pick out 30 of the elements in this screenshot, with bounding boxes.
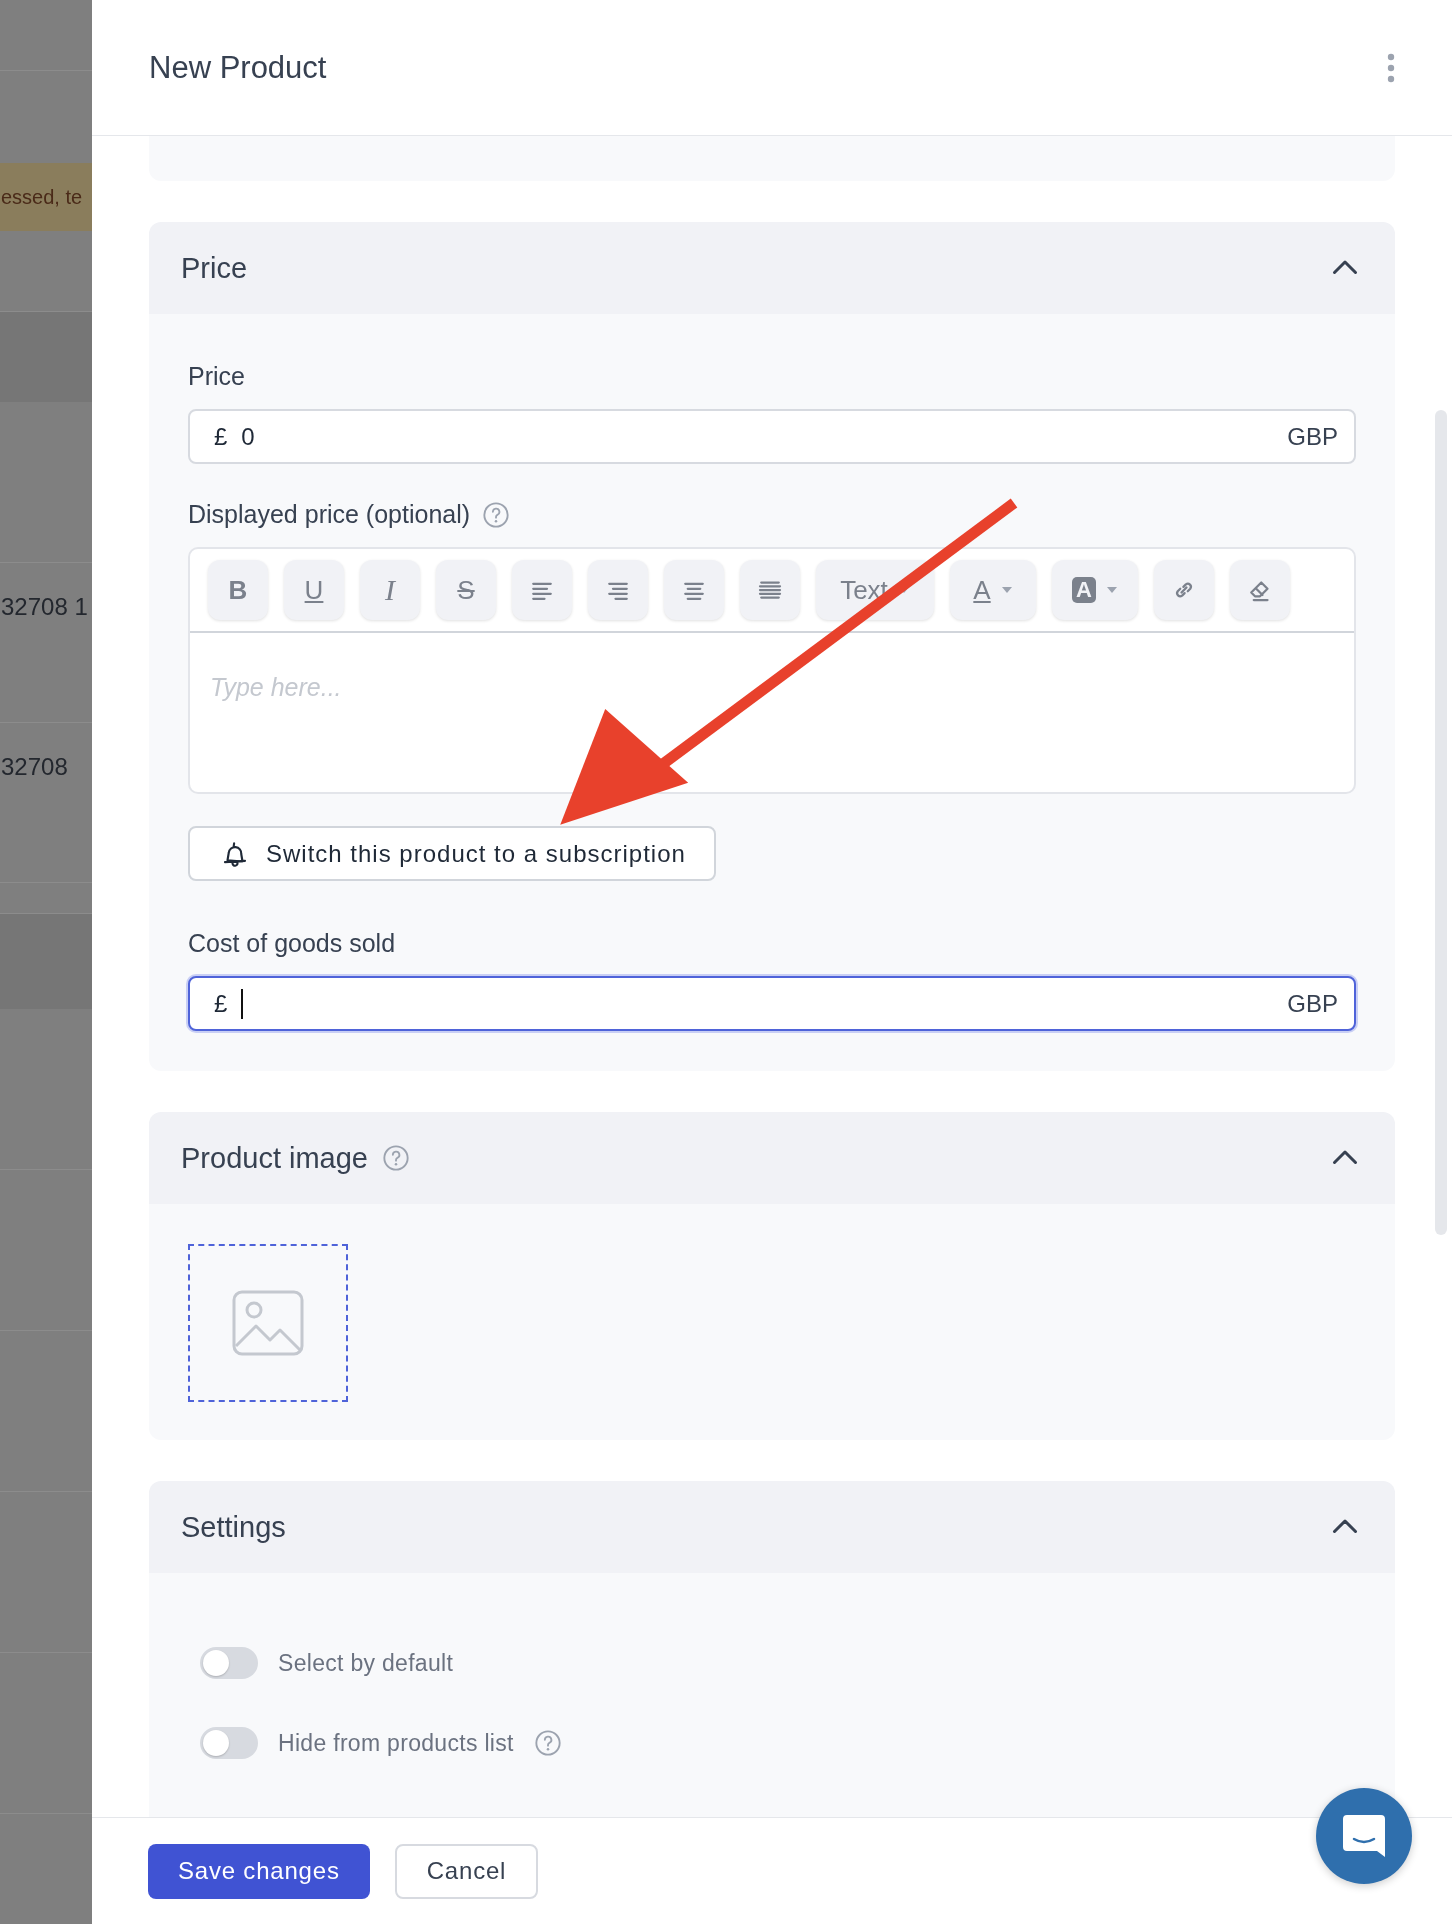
bold-button[interactable]: B [208, 560, 268, 620]
section-title: Settings [181, 1510, 286, 1544]
editor-placeholder: Type here... [209, 672, 343, 703]
highlight-color-dropdown[interactable]: A [1052, 560, 1138, 620]
field-label: Displayed price (optional) [188, 500, 471, 529]
section-header[interactable]: Product image [149, 1112, 1395, 1204]
section-header[interactable]: Price [149, 222, 1395, 314]
toggle-label: Hide from products list [278, 1729, 514, 1757]
notice-text: essed, te [0, 163, 92, 231]
underline-button[interactable]: U [284, 560, 344, 620]
currency-code: GBP [1287, 989, 1338, 1018]
currency-code: GBP [1287, 422, 1338, 451]
section-header[interactable]: Settings [149, 1481, 1395, 1573]
price-input[interactable]: £ 0 GBP [188, 409, 1356, 464]
currency-symbol: £ [214, 989, 228, 1018]
panel-title: New Product [149, 49, 327, 86]
field-label: Price [188, 362, 246, 391]
text-color-dropdown[interactable]: A [950, 560, 1036, 620]
save-button[interactable]: Save changes [148, 1843, 370, 1899]
currency-symbol: £ [214, 422, 228, 451]
field-label: Cost of goods sold [188, 929, 397, 958]
italic-button[interactable]: I [360, 560, 420, 620]
section-title: Product image [181, 1141, 368, 1175]
field-value: 0 [241, 422, 255, 451]
section-title: Price [181, 251, 248, 285]
subscription-button[interactable]: Switch this product to a subscription [188, 826, 716, 881]
cancel-button[interactable]: Cancel [394, 1843, 539, 1899]
price-input[interactable]: £ GBP [188, 976, 1356, 1031]
strikethrough-button[interactable]: S [436, 560, 496, 620]
toggle-label: Select by default [278, 1649, 454, 1677]
